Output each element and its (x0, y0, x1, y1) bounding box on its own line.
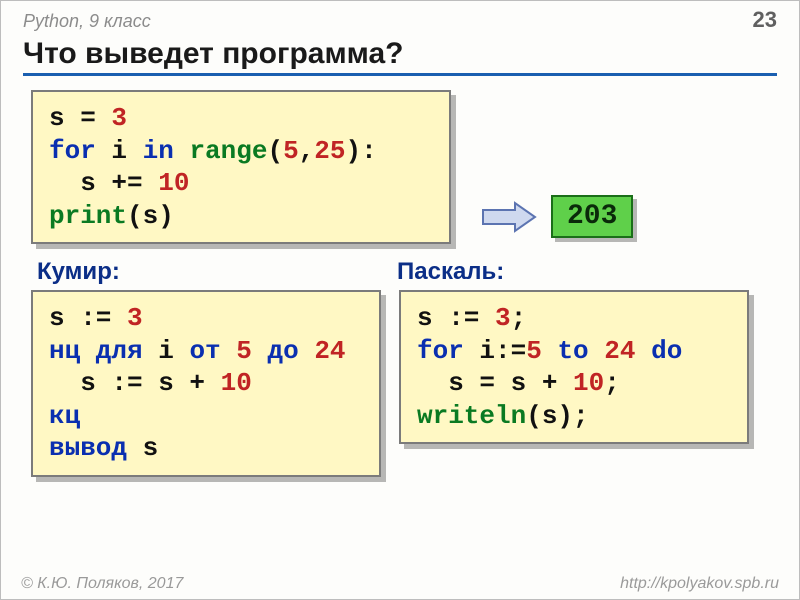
code-function: range (189, 136, 267, 166)
arrow-right-icon (481, 200, 537, 234)
page-number: 23 (753, 7, 777, 33)
code-number: 10 (158, 168, 189, 198)
code-text: i (143, 336, 190, 366)
code-text: s (127, 433, 158, 463)
code-keyword: кц (49, 401, 80, 431)
code-keyword: вывод (49, 433, 127, 463)
kumir-label: Кумир: (31, 258, 391, 286)
pascal-code-box: s := 3; for i:=5 to 24 do s = s + 10; wr… (399, 290, 749, 444)
code-text (542, 336, 558, 366)
code-text (299, 336, 315, 366)
code-number: 10 (221, 368, 252, 398)
code-keyword: for (417, 336, 464, 366)
code-number: 3 (111, 103, 127, 133)
code-number: 3 (495, 303, 511, 333)
python-code-box: s = 3 for i in range(5,25): s += 10 prin… (31, 90, 451, 244)
code-text: s += (49, 168, 158, 198)
code-keyword: in (143, 136, 174, 166)
code-number: 25 (314, 136, 345, 166)
code-keyword: for (49, 136, 96, 166)
slide-title: Что выведет программа? (23, 37, 777, 71)
bottom-row: s := 3 нц для i от 5 до 24 s := s + 10 к… (31, 290, 769, 477)
language-labels: Кумир: Паскаль: (31, 258, 769, 286)
code-text: ; (604, 368, 620, 398)
code-keyword: нц для (49, 336, 143, 366)
code-keyword: do (651, 336, 682, 366)
code-text: i:= (464, 336, 526, 366)
slide-header: Python, 9 класс 23 (1, 1, 799, 33)
course-label: Python, 9 класс (23, 11, 151, 32)
arrow-result: 203 (481, 195, 633, 244)
slide-content: s = 3 for i in range(5,25): s += 10 prin… (1, 90, 799, 477)
code-text: (s) (127, 201, 174, 231)
pascal-label: Паскаль: (391, 258, 504, 286)
code-number: 24 (314, 336, 345, 366)
code-text: ; (511, 303, 527, 333)
code-number: 10 (573, 368, 604, 398)
code-text: s := (417, 303, 495, 333)
code-keyword: от (189, 336, 220, 366)
code-text: (s); (526, 401, 588, 431)
code-text: ( (267, 136, 283, 166)
code-text: , (299, 136, 315, 166)
code-text: s = s + (417, 368, 573, 398)
code-number: 5 (236, 336, 252, 366)
code-text: i (96, 136, 143, 166)
code-number: 5 (283, 136, 299, 166)
code-keyword: to (557, 336, 588, 366)
code-text (589, 336, 605, 366)
code-number: 24 (604, 336, 635, 366)
slide: Python, 9 класс 23 Что выведет программа… (0, 0, 800, 600)
code-text (221, 336, 237, 366)
result-box: 203 (551, 195, 633, 238)
kumir-code-box: s := 3 нц для i от 5 до 24 s := s + 10 к… (31, 290, 381, 477)
slide-footer: © К.Ю. Поляков, 2017 http://kpolyakov.sp… (1, 575, 799, 593)
code-text: s := (49, 303, 127, 333)
code-text (636, 336, 652, 366)
code-number: 5 (526, 336, 542, 366)
source-url-label: http://kpolyakov.spb.ru (620, 575, 779, 593)
code-text: s := s + (49, 368, 221, 398)
code-keyword: до (267, 336, 298, 366)
copyright-label: © К.Ю. Поляков, 2017 (21, 575, 183, 593)
code-text (252, 336, 268, 366)
top-row: s = 3 for i in range(5,25): s += 10 prin… (31, 90, 769, 244)
title-rule (23, 73, 777, 76)
code-text (174, 136, 190, 166)
code-function: print (49, 201, 127, 231)
code-text: s = (49, 103, 111, 133)
code-function: writeln (417, 401, 526, 431)
code-number: 3 (127, 303, 143, 333)
code-text: ): (346, 136, 377, 166)
